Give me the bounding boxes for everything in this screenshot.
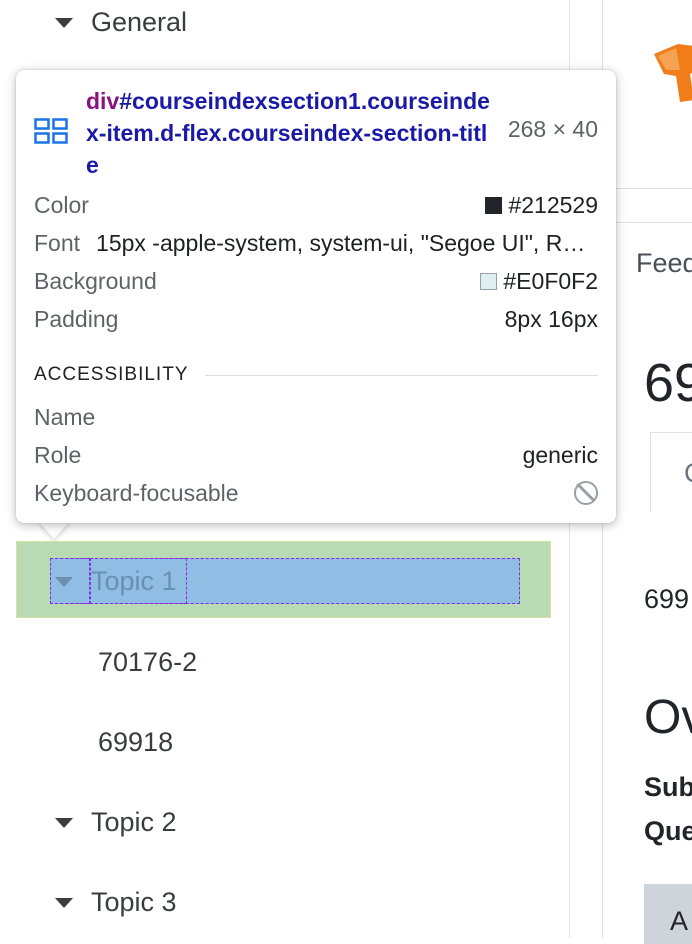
element-tag: div: [86, 88, 120, 114]
property-label: Role: [34, 441, 82, 468]
overview-heading: Ov: [644, 691, 692, 744]
activity-item[interactable]: 69918: [98, 722, 173, 762]
property-label: Padding: [34, 305, 119, 332]
activity-item[interactable]: 70176-2: [98, 642, 197, 682]
divider: [204, 374, 598, 376]
section-title-general[interactable]: General: [55, 2, 187, 42]
chevron-down-icon[interactable]: [55, 898, 73, 908]
activity-label: 70176-2: [98, 646, 198, 677]
property-row-color: Color #212529: [34, 190, 598, 220]
activity-label: 69918: [98, 726, 174, 757]
a11y-row-name: Name: [34, 402, 598, 432]
page-heading: 69: [644, 353, 692, 413]
element-selector: div#courseindexsection1.courseindex-item…: [86, 85, 496, 181]
section-title-topic-2[interactable]: Topic 2: [55, 802, 177, 842]
not-allowed-icon: [574, 481, 598, 505]
property-value: 8px 16px: [504, 305, 598, 332]
background-value: #E0F0F2: [503, 267, 598, 294]
element-selector-text: #courseindexsection1.courseindex-item.d-…: [86, 88, 490, 178]
property-row-font: Font 15px -apple-system, system-ui, "Seg…: [34, 228, 598, 258]
property-label: Name: [34, 403, 96, 430]
accessibility-section-header: ACCESSIBILITY: [34, 364, 598, 385]
chevron-down-icon[interactable]: [55, 577, 73, 587]
devtools-inspect-tooltip: div#courseindexsection1.courseindex-item…: [16, 70, 616, 523]
color-value: #212529: [508, 191, 598, 218]
divider: [603, 222, 692, 223]
property-row-background: Background #E0F0F2: [34, 266, 598, 296]
action-button-label: A: [670, 906, 689, 936]
section-title-label: Topic 2: [91, 806, 177, 837]
logo-icon: [654, 44, 692, 102]
property-value: [574, 481, 598, 505]
property-value: 15px -apple-system, system-ui, "Segoe UI…: [96, 229, 598, 256]
divider: [603, 188, 692, 189]
color-swatch: [480, 272, 498, 290]
property-value: generic: [522, 441, 598, 468]
tab-feedback[interactable]: Feed: [636, 248, 692, 279]
a11y-row-role: Role generic: [34, 440, 598, 470]
section-title-topic-1[interactable]: Topic 1: [55, 561, 177, 601]
section-title-label: Topic 1: [91, 565, 177, 596]
section-header-label: ACCESSIBILITY: [34, 364, 189, 385]
question-label: Que: [644, 816, 692, 846]
property-value: #212529: [485, 192, 598, 219]
section-title-topic-3[interactable]: Topic 3: [55, 882, 177, 922]
subject-label: Sub: [644, 772, 692, 802]
property-label: Keyboard-focusable: [34, 479, 239, 506]
chevron-down-icon[interactable]: [55, 818, 73, 828]
element-size: 268 × 40: [507, 116, 598, 142]
section-title-label: General: [91, 6, 188, 37]
section-title-label: Topic 3: [91, 886, 177, 917]
grid-layout-icon: [34, 118, 68, 144]
card-text: C: [684, 458, 692, 489]
chevron-down-icon[interactable]: [55, 18, 73, 28]
property-label: Background: [34, 267, 157, 294]
a11y-row-keyboard-focusable: Keyboard-focusable: [34, 478, 598, 508]
body-text: 699: [644, 584, 690, 614]
property-row-padding: Padding 8px 16px: [34, 304, 598, 334]
color-swatch: [485, 196, 503, 214]
property-label: Font: [34, 229, 81, 256]
property-value: #E0F0F2: [480, 268, 598, 295]
property-label: Color: [34, 191, 89, 218]
tooltip-arrow: [38, 521, 70, 539]
